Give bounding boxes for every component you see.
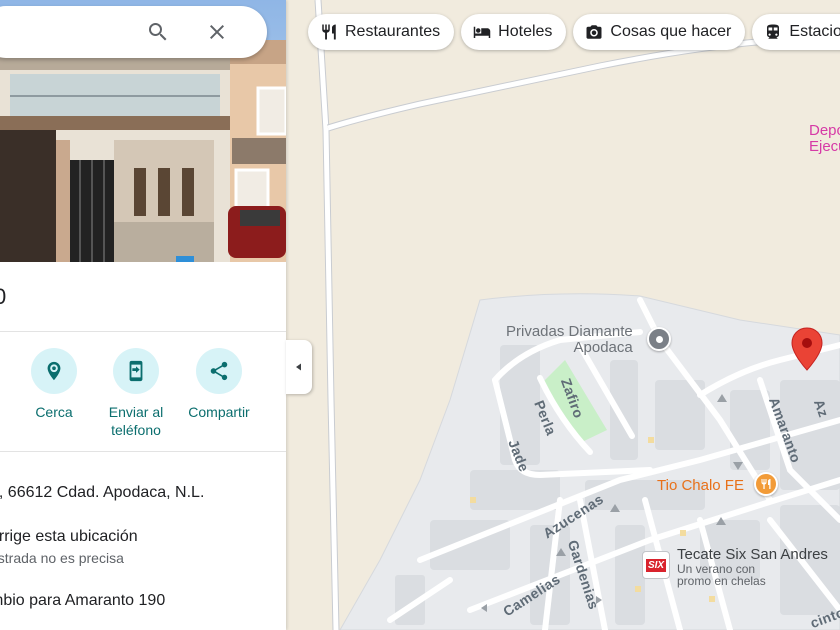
poi-privadas-diamante-label[interactable]: Privadas Diamante Apodaca xyxy=(506,324,633,356)
chip-cosas-que-hacer[interactable]: Cosas que hacer xyxy=(573,14,746,50)
chip-estaciones[interactable]: Estaciones xyxy=(752,14,840,50)
close-icon[interactable] xyxy=(205,20,229,44)
address-line[interactable]: 0, 66612 Cdad. Apodaca, N.L. xyxy=(0,484,204,502)
poi-label-line2: Apodaca xyxy=(573,339,633,356)
poi-tio-chalo-label[interactable]: Tio Chalo FE xyxy=(657,477,744,494)
business-name-label[interactable]: Tecate Six San Andres xyxy=(677,546,828,563)
search-icon[interactable] xyxy=(146,20,170,44)
share-button[interactable]: Compartir xyxy=(177,348,261,421)
poi-pink-line1: Depo xyxy=(809,122,840,139)
poi-label-line1: Privadas Diamante xyxy=(506,323,633,340)
fix-location-subtext: ostrada no es precisa xyxy=(0,550,124,566)
search-box[interactable] xyxy=(0,6,267,58)
divider xyxy=(0,331,286,332)
divider xyxy=(0,451,286,452)
restaurant-icon xyxy=(322,24,336,40)
chip-label: Hoteles xyxy=(498,23,553,40)
camera-icon xyxy=(586,25,602,39)
share-label: Compartir xyxy=(188,404,250,420)
collapse-panel-button[interactable] xyxy=(286,340,312,394)
location-marker-icon[interactable] xyxy=(647,327,671,351)
suggest-edit-link[interactable]: mbio para Amaranto 190 xyxy=(0,592,165,610)
send-to-phone-icon xyxy=(129,360,143,382)
send-to-phone-label: Enviar al teléfono xyxy=(108,404,164,438)
caret-left-icon xyxy=(296,363,301,371)
place-title: 0 xyxy=(0,284,7,309)
selected-place-pin-icon[interactable] xyxy=(791,327,823,376)
business-promo-label: Un verano con promo en chelas xyxy=(677,563,766,587)
chip-label: Cosas que hacer xyxy=(610,23,732,40)
nearby-label: Cerca xyxy=(35,404,73,420)
hotel-icon xyxy=(473,26,491,38)
nearby-icon xyxy=(47,361,61,381)
send-to-phone-button[interactable]: Enviar al teléfono xyxy=(94,348,178,439)
business-logo-text: SIX xyxy=(645,558,667,572)
transit-icon xyxy=(767,24,780,39)
chip-restaurantes[interactable]: Restaurantes xyxy=(308,14,455,50)
business-logo[interactable]: SIX xyxy=(642,551,670,579)
chip-hoteles[interactable]: Hoteles xyxy=(461,14,567,50)
nearby-button[interactable]: Cerca xyxy=(12,348,96,421)
fix-location-link[interactable]: orrige esta ubicación xyxy=(0,528,138,546)
poi-pink-line2: Ejecu xyxy=(809,138,840,155)
category-chips: Restaurantes Hoteles Cosas que hacer Est… xyxy=(308,14,840,50)
chip-label: Restaurantes xyxy=(345,23,441,40)
business-promo-line2: promo en chelas xyxy=(677,574,766,588)
poi-deportivo-label[interactable]: Depo Ejecu xyxy=(809,123,840,155)
restaurant-marker-icon[interactable] xyxy=(754,472,778,496)
share-icon xyxy=(210,361,228,381)
place-details-panel: 0 Cerca Enviar al teléfono Compartir 0, … xyxy=(0,0,286,630)
chip-label: Estaciones xyxy=(789,23,840,40)
